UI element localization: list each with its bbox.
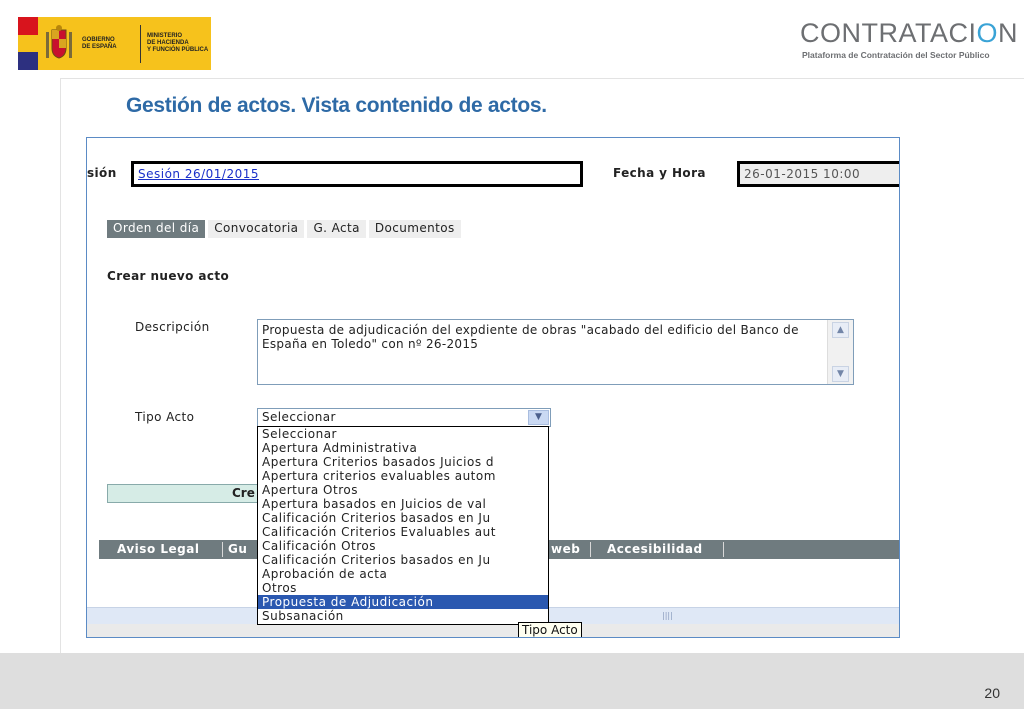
type-label: Tipo Acto (135, 410, 195, 424)
dropdown-option-selected[interactable]: Propuesta de Adjudicación (258, 595, 548, 609)
footer-separator (590, 542, 591, 557)
date-value: 26-01-2015 10:00 (744, 167, 861, 181)
contratacion-subtitle: Plataforma de Contratación del Sector Pú… (802, 50, 990, 60)
description-textarea[interactable]: Propuesta de adjudicación del expdiente … (257, 319, 854, 385)
type-select[interactable]: Seleccionar ▼ (257, 408, 551, 427)
page-number: 20 (984, 685, 1000, 701)
session-field[interactable]: Sesión 26/01/2015 (131, 161, 583, 187)
contratacion-logo: CONTRATACION Plataforma de Contratación … (800, 18, 1018, 66)
tab-bar: Orden del día Convocatoria G. Acta Docum… (107, 220, 461, 238)
dropdown-option[interactable]: Apertura Otros (258, 483, 548, 497)
contratacion-title: CONTRATACION (800, 18, 1019, 48)
dropdown-option[interactable]: Calificación Criterios basados en Ju (258, 553, 548, 567)
description-value: Propuesta de adjudicación del expdiente … (262, 323, 799, 351)
type-select-value: Seleccionar (262, 410, 336, 424)
gobierno-logo: GOBIERNO DE ESPAÑA MINISTERIO DE HACIEND… (18, 17, 211, 71)
tab-documentos[interactable]: Documentos (368, 220, 461, 238)
footer-link-guia[interactable]: Gu (228, 542, 247, 556)
date-field: 26-01-2015 10:00 (737, 161, 899, 187)
footer-link-accesibilidad[interactable]: Accesibilidad (607, 542, 703, 556)
description-scrollbar[interactable]: ▲ ▼ (827, 320, 853, 384)
left-divider (60, 78, 61, 653)
dropdown-option[interactable]: Apertura basados en Juicios de val (258, 497, 548, 511)
power-icon: O (976, 18, 999, 48)
type-dropdown-list[interactable]: Seleccionar Apertura Administrativa Aper… (257, 426, 549, 625)
logo-divider (140, 24, 141, 63)
slide-title: Gestión de actos. Vista contenido de act… (126, 94, 547, 117)
dropdown-option[interactable]: Calificación Criterios basados en Ju (258, 511, 548, 525)
scroll-down-icon[interactable]: ▼ (832, 366, 849, 382)
dropdown-option[interactable]: Apertura criterios evaluables autom (258, 469, 548, 483)
coat-of-arms-icon (44, 24, 74, 64)
scroll-grip-icon[interactable]: |||| (662, 611, 673, 620)
dropdown-option[interactable]: Subsanación (258, 609, 548, 623)
dropdown-option[interactable]: Apertura Administrativa (258, 441, 548, 455)
date-label: Fecha y Hora (613, 166, 706, 180)
header-divider (60, 78, 1024, 79)
description-label: Descripción (135, 320, 210, 334)
tab-orden-del-dia[interactable]: Orden del día (107, 220, 206, 238)
tab-convocatoria[interactable]: Convocatoria (208, 220, 305, 238)
create-button-label: Cre (232, 486, 255, 500)
status-strip (87, 624, 899, 637)
app-screenshot: sión Sesión 26/01/2015 Fecha y Hora 26-0… (86, 137, 900, 638)
dropdown-option[interactable]: Calificación Otros (258, 539, 548, 553)
dropdown-option[interactable]: Calificación Criterios Evaluables aut (258, 525, 548, 539)
ministerio-text: MINISTERIO DE HACIENDA Y FUNCIÓN PÚBLICA (147, 33, 209, 53)
dropdown-option[interactable]: Apertura Criterios basados Juicios d (258, 455, 548, 469)
dropdown-option[interactable]: Aprobación de acta (258, 567, 548, 581)
tooltip: Tipo Acto (518, 622, 582, 637)
footer-link-web[interactable]: web (551, 542, 580, 556)
tab-g-acta[interactable]: G. Acta (307, 220, 366, 238)
chevron-down-icon[interactable]: ▼ (528, 410, 549, 425)
section-title: Crear nuevo acto (107, 269, 230, 283)
footer-link-aviso-legal[interactable]: Aviso Legal (117, 542, 199, 556)
spain-flag-icon (18, 17, 38, 71)
scroll-up-icon[interactable]: ▲ (832, 322, 849, 338)
footer-separator (222, 542, 223, 557)
session-link[interactable]: Sesión 26/01/2015 (138, 167, 259, 181)
footer-separator (723, 542, 724, 557)
gobierno-text: GOBIERNO DE ESPAÑA (82, 36, 117, 50)
footer-band: 20 (0, 653, 1024, 709)
dropdown-option[interactable]: Seleccionar (258, 427, 548, 441)
dropdown-option[interactable]: Otros (258, 581, 548, 595)
session-label: sión (87, 166, 117, 180)
